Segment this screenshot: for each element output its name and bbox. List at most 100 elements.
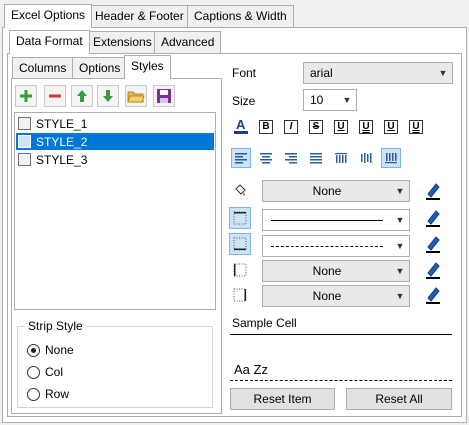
- remove-icon: [49, 94, 61, 98]
- move-up-button[interactable]: [71, 85, 93, 107]
- border-bottom-select[interactable]: ▼: [262, 235, 410, 257]
- radio-strip-row[interactable]: Row: [27, 387, 69, 401]
- list-item[interactable]: STYLE_3: [16, 151, 214, 168]
- chevron-down-icon: ▼: [395, 241, 405, 251]
- tab-header-footer[interactable]: Header & Footer: [88, 5, 191, 27]
- list-item[interactable]: STYLE_1: [16, 115, 214, 132]
- pencil-icon[interactable]: [422, 180, 444, 202]
- style-icon: [18, 135, 31, 148]
- pencil-icon[interactable]: [422, 207, 444, 229]
- save-style-button[interactable]: [153, 85, 175, 107]
- tab-data-format[interactable]: Data Format: [9, 30, 90, 54]
- styles-list[interactable]: STYLE_1 STYLE_2 STYLE_3: [14, 112, 216, 310]
- style-name: STYLE_2: [36, 134, 88, 149]
- move-up-icon: [77, 90, 87, 102]
- accounting-underline-icon: U: [384, 120, 398, 134]
- remove-style-button[interactable]: [44, 85, 66, 107]
- tab-advanced[interactable]: Advanced: [154, 31, 222, 53]
- sample-cell-bottom-border: [230, 380, 452, 381]
- border-left-value: None: [312, 264, 342, 278]
- vertical-align-top-icon: [335, 153, 347, 163]
- list-item-selected[interactable]: STYLE_2: [16, 133, 214, 150]
- pencil-icon[interactable]: [422, 259, 444, 281]
- font-color-button[interactable]: A: [231, 116, 251, 136]
- border-top-icon: [233, 211, 247, 225]
- fill-color-button[interactable]: [229, 180, 251, 202]
- tab-styles[interactable]: Styles: [124, 55, 171, 79]
- font-select[interactable]: arial ▼: [303, 62, 453, 84]
- tab-options[interactable]: Options: [72, 57, 128, 79]
- radio-strip-col[interactable]: Col: [27, 365, 63, 379]
- border-left-button[interactable]: [229, 259, 251, 281]
- border-bottom-button[interactable]: [229, 233, 251, 255]
- vertical-align-bottom-icon: [385, 153, 397, 164]
- align-center-button[interactable]: [256, 148, 276, 168]
- align-left-icon: [235, 153, 247, 164]
- tab-extensions[interactable]: Extensions: [86, 31, 159, 53]
- pencil-icon[interactable]: [422, 284, 444, 306]
- size-label: Size: [232, 94, 256, 108]
- border-right-select[interactable]: None ▼: [262, 285, 410, 307]
- border-right-icon: [233, 288, 247, 302]
- align-right-button[interactable]: [281, 148, 301, 168]
- size-select[interactable]: 10 ▼: [303, 89, 357, 111]
- bold-icon: B: [259, 120, 273, 134]
- move-down-button[interactable]: [97, 85, 119, 107]
- radio-label: Row: [45, 387, 70, 401]
- radio-button[interactable]: [27, 387, 40, 401]
- double-accounting-underline-icon: U: [409, 120, 423, 134]
- double-underline-icon: U: [359, 120, 373, 134]
- bold-button[interactable]: B: [256, 117, 276, 137]
- single-accounting-underline-button[interactable]: U: [381, 117, 401, 137]
- pencil-icon[interactable]: [422, 233, 444, 255]
- align-left-button[interactable]: [231, 148, 251, 168]
- tab-captions-width[interactable]: Captions & Width: [187, 5, 294, 27]
- move-down-icon: [103, 90, 113, 102]
- align-bottom-button[interactable]: [381, 148, 401, 168]
- tab-excel-options[interactable]: Excel Options: [4, 4, 93, 28]
- radio-button[interactable]: [27, 343, 40, 357]
- justify-button[interactable]: [306, 148, 326, 168]
- style-name: STYLE_1: [36, 116, 88, 131]
- style-icon: [18, 117, 31, 130]
- add-icon: [20, 90, 32, 102]
- save-icon: [157, 89, 171, 103]
- tab-columns[interactable]: Columns: [12, 57, 74, 79]
- double-accounting-underline-button[interactable]: U: [406, 117, 426, 137]
- load-style-button[interactable]: [125, 85, 147, 107]
- style-icon: [18, 153, 31, 166]
- sample-cell-label: Sample Cell: [232, 316, 297, 330]
- reset-item-button[interactable]: Reset Item: [230, 388, 335, 410]
- fill-select[interactable]: None ▼: [262, 180, 410, 202]
- fill-bucket-icon: [235, 184, 246, 196]
- italic-icon: I: [284, 120, 298, 134]
- border-right-button[interactable]: [229, 284, 251, 306]
- border-bottom-icon: [233, 237, 247, 251]
- underline-button[interactable]: U: [331, 117, 351, 137]
- radio-strip-none[interactable]: None: [27, 343, 74, 357]
- chevron-down-icon: ▼: [395, 266, 405, 276]
- chevron-down-icon: ▼: [395, 215, 405, 225]
- align-middle-button[interactable]: [356, 148, 376, 168]
- border-right-value: None: [312, 289, 342, 303]
- border-top-select[interactable]: ▼: [262, 209, 410, 231]
- strip-style-title: Strip Style: [25, 319, 86, 333]
- align-top-button[interactable]: [331, 148, 351, 168]
- font-color-icon: A: [234, 117, 248, 134]
- reset-all-button[interactable]: Reset All: [346, 388, 452, 410]
- fill-value: None: [312, 184, 342, 198]
- radio-label: Col: [45, 365, 64, 379]
- radio-button[interactable]: [27, 365, 40, 379]
- strikeout-button[interactable]: S: [306, 117, 326, 137]
- double-underline-button[interactable]: U: [356, 117, 376, 137]
- font-label: Font: [232, 66, 257, 80]
- open-folder-icon: [127, 91, 145, 103]
- border-left-select[interactable]: None ▼: [262, 260, 410, 282]
- dashed-line: [271, 245, 383, 247]
- italic-button[interactable]: I: [281, 117, 301, 137]
- font-value: arial: [310, 66, 333, 80]
- border-top-button[interactable]: [229, 207, 251, 229]
- radio-label: None: [45, 343, 74, 357]
- add-style-button[interactable]: [15, 85, 37, 107]
- svg-text:A: A: [236, 117, 246, 132]
